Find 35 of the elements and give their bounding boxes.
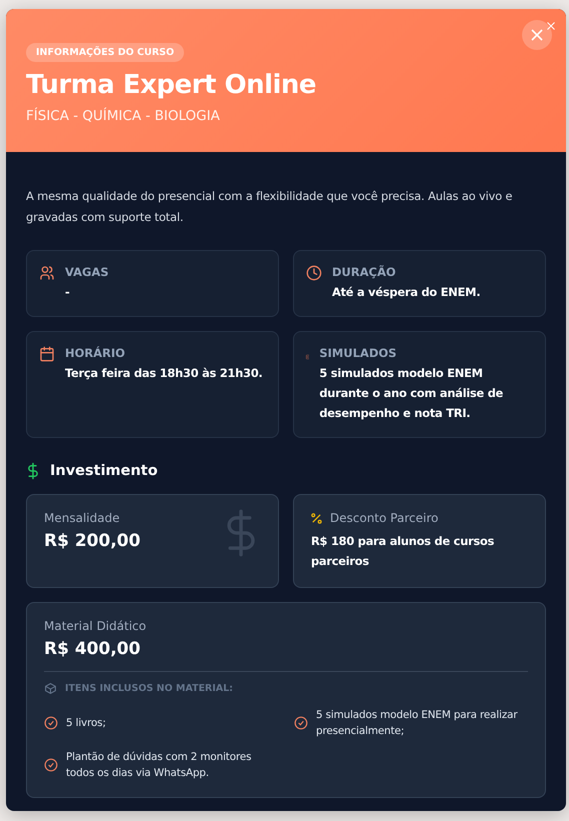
info-value: 5 simulados modelo ENEM durante o ano com análise de desempenho e nota TRI. xyxy=(319,365,504,422)
check-circle-icon xyxy=(44,716,58,730)
info-label: HORÁRIO xyxy=(65,346,126,360)
dollar-icon xyxy=(26,462,40,480)
package-icon xyxy=(44,682,57,695)
price-label: Mensalidade xyxy=(44,511,121,525)
check-circle-icon xyxy=(44,758,58,772)
info-value: - xyxy=(65,284,70,301)
users-icon xyxy=(39,265,55,281)
info-value: Terça feira das 18h30 às 21h30. xyxy=(65,365,262,382)
check-circle-icon xyxy=(294,716,308,730)
course-title: Turma Expert Online xyxy=(26,70,316,100)
info-label: VAGAS xyxy=(65,265,109,279)
percent-icon xyxy=(311,512,322,524)
included-item: 5 livros; xyxy=(66,716,106,731)
close-button[interactable] xyxy=(522,20,552,50)
discount-label: Desconto Parceiro xyxy=(330,511,438,525)
close-icon xyxy=(530,28,544,42)
clock-icon xyxy=(306,265,322,281)
course-info-badge: INFORMAÇÕES DO CURSO xyxy=(26,43,184,62)
section-title: Investimento xyxy=(50,463,158,479)
info-label: SIMULADOS xyxy=(319,346,398,360)
course-description: A mesma qualidade do presencial com a flexibilidade que você precisa. Aulas ao vivo e gravadas com suporte total. xyxy=(26,188,514,226)
included-item: 5 simulados modelo ENEM para realizar presencialmente; xyxy=(316,708,518,739)
included-item: Plantão de dúvidas com 2 monitores todos os dias via WhatsApp. xyxy=(66,750,252,781)
price-value: R$ 400,00 xyxy=(44,639,142,659)
calendar-icon xyxy=(39,346,55,362)
info-label: DURAÇÃO xyxy=(332,265,397,279)
price-label: Material Didático xyxy=(44,619,148,633)
info-value: Até a véspera do ENEM. xyxy=(332,284,480,301)
course-subjects: FÍSICA - QUÍMICA - BIOLOGIA xyxy=(26,108,220,124)
close-icon[interactable] xyxy=(547,22,555,30)
price-value: R$ 200,00 xyxy=(44,531,142,551)
discount-value: R$ 180 para alunos de cursos parceiros xyxy=(311,533,496,570)
items-heading: ITENS INCLUSOS NO MATERIAL: xyxy=(65,683,233,694)
